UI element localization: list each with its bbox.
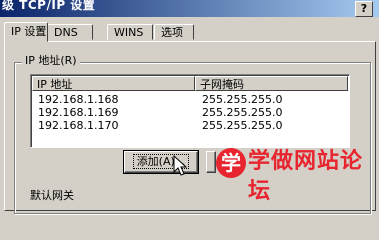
subnet-value: 255.255.255.0 xyxy=(202,106,283,119)
tab-options[interactable]: 选项 xyxy=(154,24,194,40)
column-header-ip[interactable]: IP 地址 xyxy=(32,76,195,91)
ip-address-group-label: IP 地址(R) xyxy=(22,53,80,69)
column-header-subnet[interactable]: 子网掩码 xyxy=(195,76,348,91)
window-title: 级 TCP/IP 设置 xyxy=(2,0,96,12)
subnet-value: 255.255.255.0 xyxy=(202,119,283,132)
title-bar: 级 TCP/IP 设置 ? xyxy=(0,0,379,17)
default-gateway-label: 默认网关 xyxy=(30,189,74,202)
ip-address-list[interactable]: IP 地址 子网掩码 192.168.1.168 255.255.255.0 1… xyxy=(30,74,350,148)
help-button[interactable]: ? xyxy=(355,1,373,17)
ip-value: 192.168.1.170 xyxy=(38,119,119,132)
ip-value: 192.168.1.168 xyxy=(38,93,119,106)
list-item[interactable]: 192.168.1.170 255.255.255.0 xyxy=(32,119,348,132)
tab-dns[interactable]: DNS xyxy=(47,24,93,40)
tab-wins[interactable]: WINS xyxy=(107,24,153,40)
watermark-text: 学做网站论坛 xyxy=(248,149,364,204)
mouse-cursor-icon xyxy=(173,155,187,176)
list-item[interactable]: 192.168.1.169 255.255.255.0 xyxy=(32,106,348,119)
subnet-value: 255.255.255.0 xyxy=(202,93,283,106)
tab-ip-settings[interactable]: IP 设置 xyxy=(4,22,48,42)
list-item[interactable]: 192.168.1.168 255.255.255.0 xyxy=(32,93,348,106)
list-header: IP 地址 子网掩码 xyxy=(32,76,348,91)
ip-value: 192.168.1.169 xyxy=(38,106,119,119)
edit-button[interactable] xyxy=(206,151,216,173)
watermark-logo-icon: 学 xyxy=(216,148,246,178)
